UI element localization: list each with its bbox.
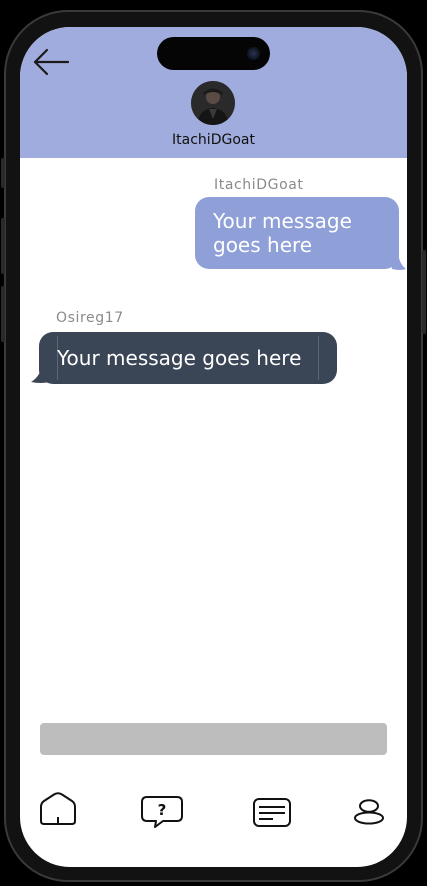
svg-text:?: ? [158, 801, 167, 819]
camera-icon [247, 47, 260, 60]
message-input[interactable] [40, 723, 387, 755]
nav-messages[interactable] [253, 798, 291, 833]
messages-icon [253, 798, 291, 827]
silent-switch [1, 158, 5, 188]
volume-down-button [1, 286, 5, 342]
profile-photo-icon [191, 81, 235, 125]
avatar[interactable] [191, 81, 235, 125]
arrow-left-icon [33, 48, 70, 76]
nav-help[interactable]: ? [141, 796, 183, 833]
profile-icon [354, 799, 384, 825]
bubble-edge-line [57, 336, 58, 380]
power-button [422, 250, 426, 334]
back-button[interactable] [32, 45, 72, 79]
volume-up-button [1, 218, 5, 274]
help-chat-icon: ? [141, 796, 183, 828]
contact-name: ItachiDGoat [172, 132, 255, 148]
home-icon [40, 792, 76, 825]
message-bubble-incoming[interactable]: Your message goes here [39, 332, 337, 384]
message-text: Your message goes here [213, 209, 352, 257]
bubble-edge-line [318, 336, 319, 380]
chat-header: ItachiDGoat [20, 27, 407, 158]
message-text: Your message goes here [57, 346, 302, 370]
sender-name: ItachiDGoat [214, 177, 304, 193]
message-bubble-outgoing[interactable]: Your message goes here [195, 197, 399, 269]
dynamic-island [157, 37, 270, 70]
nav-profile[interactable] [353, 799, 385, 830]
sender-name: Osireg17 [56, 310, 124, 326]
app-screen: ItachiDGoat ItachiDGoat Your message goe… [20, 27, 407, 867]
device-stage: ItachiDGoat ItachiDGoat Your message goe… [0, 0, 427, 886]
nav-home[interactable] [39, 792, 77, 831]
